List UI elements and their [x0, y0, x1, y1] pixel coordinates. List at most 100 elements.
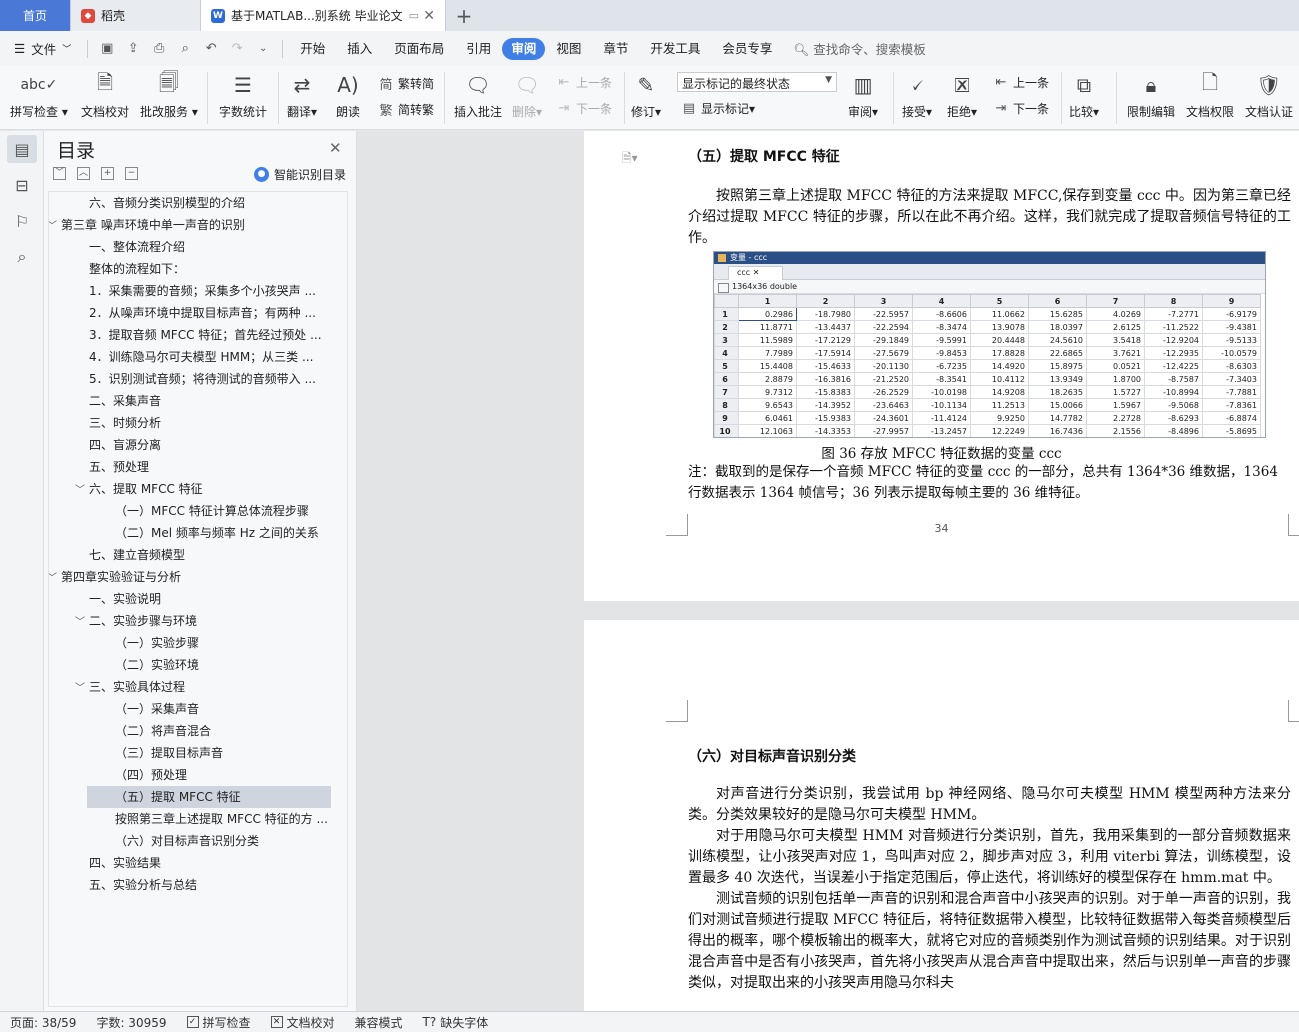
toc-item[interactable]: （二）Mel 频率与频率 Hz 之间的关系	[115, 522, 319, 544]
smart-toc-button[interactable]: ● 智能识别目录	[254, 166, 346, 183]
toc-item[interactable]: 4．训练隐马尔可夫模型 HMM；从三类 ...	[89, 346, 313, 368]
toc-item[interactable]: （六）对目标声音识别分类	[115, 830, 259, 852]
toc-item[interactable]: （一）MFCC 特征计算总体流程步骤	[115, 500, 309, 522]
review-pane-button[interactable]: ▥ 审阅▾	[848, 70, 878, 120]
save-icon[interactable]: ▣	[99, 41, 115, 56]
search-icon[interactable]: ⌕	[7, 243, 37, 271]
doc-proof-button[interactable]: 🗎 文档校对	[81, 70, 129, 120]
toc-item[interactable]: 按照第三章上述提取 MFCC 特征的方 ...	[115, 808, 328, 830]
toc-item[interactable]: 1．采集需要的音频；采集多个小孩哭声 ...	[89, 280, 316, 302]
next-comment-button[interactable]: ⇥ 下一条	[556, 100, 612, 117]
toc-item[interactable]: （一）实验步骤	[115, 632, 199, 654]
toc-item[interactable]: ﹀ 三、实验具体过程	[75, 676, 185, 698]
toc-item[interactable]: 整体的流程如下：	[89, 258, 185, 280]
navigation-icon[interactable]: ⊟	[7, 171, 37, 199]
word-count[interactable]: 字数: 30959	[86, 1014, 176, 1031]
expand-all-icon[interactable]: ﹀	[53, 167, 66, 180]
close-icon[interactable]: ✕	[423, 8, 435, 24]
trad-to-simp-button[interactable]: 简繁转简	[378, 74, 434, 93]
print-preview-icon[interactable]: ⌕	[177, 41, 193, 56]
toc-item[interactable]: 2．从噪声环境中提取目标声音；有两种 ...	[89, 302, 316, 324]
menu-item-chapter[interactable]: 章节	[592, 38, 639, 60]
toc-item[interactable]: （二）将声音混合	[115, 720, 211, 742]
batch-service-button[interactable]: 🗐 批改服务 ▾	[140, 70, 198, 120]
page-indicator[interactable]: 页面: 38/59	[0, 1014, 86, 1031]
undo-icon[interactable]: ↶	[203, 41, 219, 56]
remove-level-icon[interactable]: −	[125, 167, 138, 180]
toc-item[interactable]: ﹀ 第三章 噪声环境中单一声音的识别	[49, 214, 245, 236]
menu-item-review[interactable]: 审阅	[502, 37, 546, 60]
toc-item[interactable]: （四）预处理	[115, 764, 187, 786]
toc-item[interactable]: （一）采集声音	[115, 698, 199, 720]
tab-document[interactable]: W 基于MATLAB...别系统 毕业论文 ▭ ✕	[201, 0, 446, 31]
spellcheck-toggle[interactable]: ✓ 拼写检查	[177, 1014, 261, 1031]
toc-item[interactable]: （二）实验环境	[115, 654, 199, 676]
menu-item-insert[interactable]: 插入	[336, 38, 383, 60]
toc-item[interactable]: 一、实验说明	[89, 588, 161, 610]
menu-item-layout[interactable]: 页面布局	[383, 38, 455, 60]
toc-item[interactable]: 二、采集声音	[89, 390, 161, 412]
doc-certify-button[interactable]: 🛡︎ 文档认证	[1245, 70, 1293, 120]
menu-item-view[interactable]: 视图	[545, 38, 592, 60]
tab-home[interactable]: 首页	[0, 0, 71, 31]
print-icon[interactable]: ⎙	[151, 41, 167, 56]
file-menu[interactable]: ☰ 文件 ﹀	[0, 39, 81, 58]
restrict-edit-button[interactable]: 🔒︎ 限制编辑	[1127, 70, 1175, 120]
missing-font-button[interactable]: T? 缺失字体	[413, 1014, 499, 1031]
monitor-icon[interactable]: ▭	[409, 9, 419, 22]
simp-to-trad-button[interactable]: 繁简转繁	[378, 100, 434, 119]
reject-button[interactable]: 🗷 拒绝▾	[947, 70, 977, 120]
insert-comment-button[interactable]: 🗨 插入批注	[454, 70, 502, 120]
read-aloud-button[interactable]: A) 朗读	[333, 70, 363, 120]
toc-item[interactable]: 一、整体流程介绍	[89, 236, 185, 258]
command-search[interactable]: 🔍︎ 查找命令、搜索模板	[793, 39, 925, 58]
toc-item[interactable]: 5．识别测试音频；将待测试的音频带入 ...	[89, 368, 316, 390]
delete-comment-button[interactable]: 🗨 删除▾	[512, 70, 542, 120]
prev-comment-button[interactable]: ⇤ 上一条	[556, 74, 612, 91]
proof-toggle[interactable]: ✕ 文档校对	[261, 1014, 345, 1031]
toc-item[interactable]: 六、音频分类识别模型的介绍	[89, 192, 245, 214]
chevron-down-icon[interactable]: ﹀	[49, 216, 61, 236]
menu-item-reference[interactable]: 引用	[455, 38, 502, 60]
next-change-button[interactable]: ⇥ 下一条	[993, 100, 1049, 117]
new-tab-button[interactable]: +	[446, 0, 482, 31]
bookmark-icon[interactable]: ⚐	[7, 207, 37, 235]
toc-item[interactable]: 五、预处理	[89, 456, 149, 478]
toc-item[interactable]: （三）提取目标声音	[115, 742, 223, 764]
chevron-down-icon[interactable]: ﹀	[75, 678, 89, 698]
customize-icon[interactable]: ⌄	[255, 42, 271, 56]
revise-button[interactable]: ✎ 修订▾	[631, 70, 661, 120]
word-count-button[interactable]: ☰ 字数统计	[219, 70, 267, 120]
compare-button[interactable]: ⧉ 比较▾	[1069, 70, 1099, 120]
chevron-down-icon[interactable]: ﹀	[75, 480, 89, 500]
toc-item[interactable]: 四、实验结果	[89, 852, 161, 874]
toc-item[interactable]: 三、时频分析	[89, 412, 161, 434]
menu-item-devtools[interactable]: 开发工具	[639, 38, 711, 60]
markup-select[interactable]: 显示标记的最终状态 ▼	[677, 72, 837, 92]
show-markup-button[interactable]: ▤ 显示标记 ▾	[681, 100, 755, 117]
export-icon[interactable]: ⇪	[125, 41, 141, 56]
toc-item[interactable]: 七、建立音频模型	[89, 544, 185, 566]
chevron-down-icon[interactable]: ﹀	[75, 612, 89, 632]
spellcheck-button[interactable]: abc✓ 拼写检查 ▾	[10, 70, 68, 120]
collapse-all-icon[interactable]: ︿	[77, 167, 90, 180]
menu-item-member[interactable]: 会员专享	[711, 38, 783, 60]
tab-straw[interactable]: ◆ 稻壳	[71, 0, 201, 31]
toc-item[interactable]: 四、盲源分离	[89, 434, 161, 456]
toc-item[interactable]: ﹀ 二、实验步骤与环境	[75, 610, 197, 632]
redo-icon[interactable]: ↷	[229, 41, 245, 56]
close-icon[interactable]: ✕	[329, 139, 342, 157]
doc-permission-button[interactable]: 🗋 文档权限	[1186, 70, 1234, 120]
toc-item[interactable]: （五）提取 MFCC 特征	[87, 786, 331, 808]
toc-item[interactable]: 3．提取音频 MFCC 特征；首先经过预处 ...	[89, 324, 322, 346]
toc-item[interactable]: ﹀ 六、提取 MFCC 特征	[75, 478, 203, 500]
accept-button[interactable]: 🗸 接受▾	[902, 70, 932, 120]
menu-item-start[interactable]: 开始	[289, 38, 336, 60]
translate-button[interactable]: ⇄ 翻译▾	[287, 70, 317, 120]
chevron-down-icon[interactable]: ﹀	[49, 568, 61, 588]
toc-item[interactable]: ﹀ 第四章实验验证与分析	[49, 566, 181, 588]
prev-change-button[interactable]: ⇤ 上一条	[993, 74, 1049, 91]
toc-item[interactable]: 五、实验分析与总结	[89, 874, 197, 896]
add-level-icon[interactable]: +	[101, 167, 114, 180]
paragraph-settings-icon[interactable]: 🗎▾	[622, 149, 638, 170]
